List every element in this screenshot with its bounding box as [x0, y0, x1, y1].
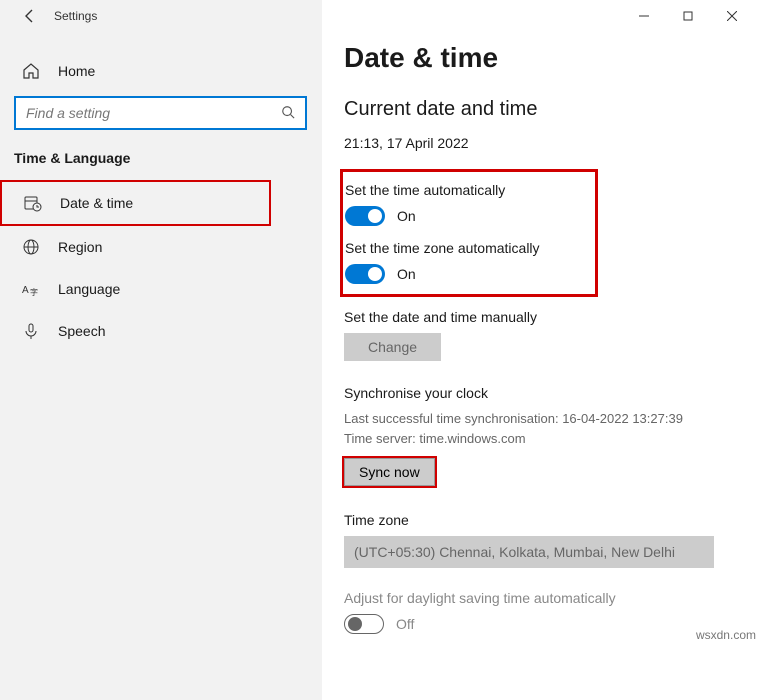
svg-text:字: 字	[30, 287, 38, 297]
search-icon	[281, 105, 295, 122]
home-nav[interactable]: Home	[0, 52, 321, 90]
search-input[interactable]	[26, 105, 281, 121]
nav-label: Language	[58, 281, 120, 297]
sync-last: Last successful time synchronisation: 16…	[344, 411, 683, 426]
auto-time-state: On	[397, 208, 416, 224]
globe-icon	[22, 238, 40, 256]
sync-heading: Synchronise your clock	[344, 385, 738, 401]
home-icon	[22, 62, 40, 80]
nav-list: Date & time Region A字 Language Speech	[0, 180, 321, 352]
back-button[interactable]	[20, 6, 40, 26]
language-icon: A字	[22, 280, 40, 298]
search-container	[0, 90, 321, 146]
nav-item-language[interactable]: A字 Language	[0, 268, 321, 310]
nav-label: Date & time	[60, 195, 133, 211]
home-label: Home	[58, 63, 95, 79]
auto-time-label: Set the time automatically	[345, 182, 585, 198]
timezone-select: (UTC+05:30) Chennai, Kolkata, Mumbai, Ne…	[344, 536, 714, 568]
dst-state: Off	[396, 616, 414, 632]
close-button[interactable]	[710, 2, 754, 30]
nav-item-speech[interactable]: Speech	[0, 310, 321, 352]
auto-tz-state: On	[397, 266, 416, 282]
sync-now-button[interactable]: Sync now	[344, 458, 435, 486]
sync-info: Last successful time synchronisation: 16…	[344, 409, 738, 448]
watermark: wsxdn.com	[696, 628, 756, 642]
nav-item-date-time[interactable]: Date & time	[0, 180, 271, 226]
page-title: Date & time	[344, 42, 738, 74]
dst-label: Adjust for daylight saving time automati…	[344, 590, 738, 606]
change-button: Change	[344, 333, 441, 361]
content-pane: Date & time Current date and time 21:13,…	[322, 0, 760, 700]
maximize-button[interactable]	[666, 2, 710, 30]
minimize-button[interactable]	[622, 2, 666, 30]
window-title: Settings	[54, 9, 97, 23]
search-box[interactable]	[14, 96, 307, 130]
manual-datetime-label: Set the date and time manually	[344, 309, 738, 325]
microphone-icon	[22, 322, 40, 340]
nav-label: Speech	[58, 323, 105, 339]
auto-tz-label: Set the time zone automatically	[345, 240, 585, 256]
auto-settings-highlight: Set the time automatically On Set the ti…	[340, 169, 598, 297]
calendar-clock-icon	[24, 194, 42, 212]
timezone-heading: Time zone	[344, 512, 738, 528]
titlebar: Settings	[0, 0, 321, 32]
nav-item-region[interactable]: Region	[0, 226, 321, 268]
dst-toggle	[344, 614, 384, 634]
svg-text:A: A	[22, 285, 29, 296]
auto-tz-toggle[interactable]	[345, 264, 385, 284]
sync-server: Time server: time.windows.com	[344, 431, 526, 446]
current-datetime-heading: Current date and time	[344, 98, 738, 121]
category-header: Time & Language	[0, 146, 321, 180]
auto-time-toggle[interactable]	[345, 206, 385, 226]
nav-label: Region	[58, 239, 102, 255]
window-controls	[622, 2, 754, 30]
current-datetime-value: 21:13, 17 April 2022	[344, 135, 738, 151]
sidebar: Settings Home Time & Language Date &	[0, 0, 322, 700]
